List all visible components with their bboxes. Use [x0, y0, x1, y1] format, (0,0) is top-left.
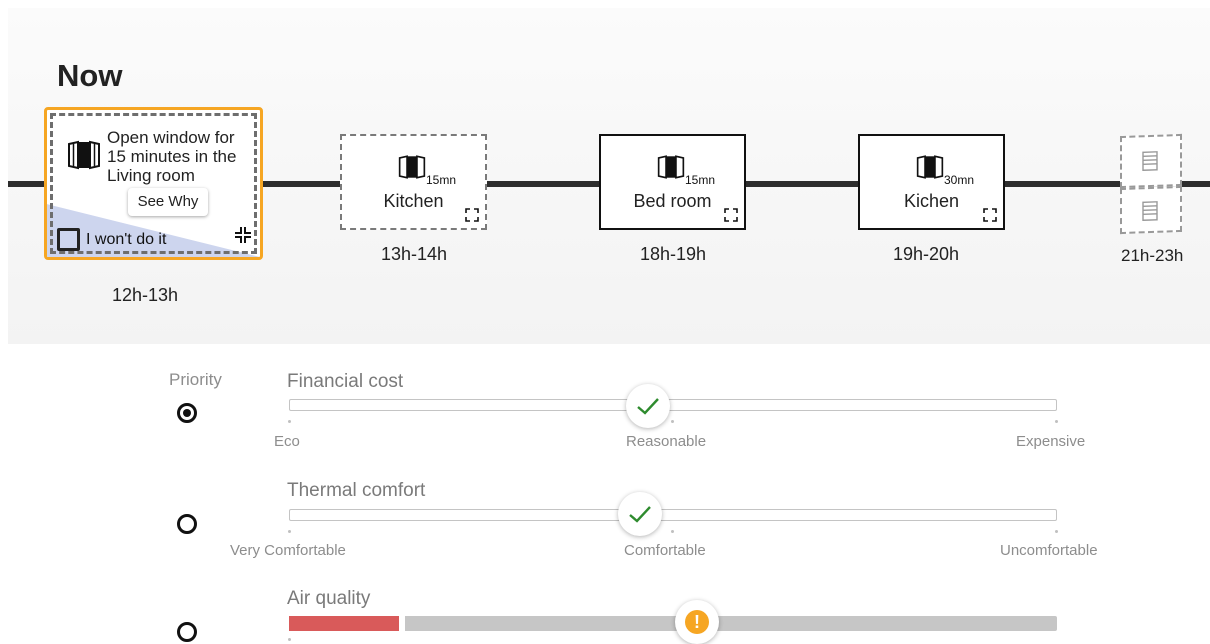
slider-thumb[interactable]: [618, 492, 662, 536]
timeline-card-bedroom[interactable]: 15mn Bed room: [599, 134, 746, 230]
slider-tick: [1055, 420, 1058, 423]
collapse-icon[interactable]: [234, 226, 252, 244]
radiator-icon: [1142, 151, 1158, 172]
decline-label: I won't do it: [86, 231, 166, 249]
card-time-label: 18h-19h: [640, 244, 706, 265]
page-title: Now: [57, 58, 122, 94]
duration-label: 30mn: [944, 173, 974, 187]
check-icon: [628, 504, 652, 524]
slider-tick: [671, 530, 674, 533]
open-window-icon: [398, 154, 426, 180]
tick-label: Very Comfortable: [230, 542, 346, 559]
slider-tick: [671, 420, 674, 423]
slider-tick: [1055, 530, 1058, 533]
slider-thumb[interactable]: [626, 384, 670, 428]
future-card-stack[interactable]: [1120, 134, 1182, 188]
priority-radio-thermal[interactable]: [177, 514, 197, 534]
tick-label: Reasonable: [626, 433, 706, 450]
criterion-title: Air quality: [287, 588, 370, 610]
duration-label: 15mn: [685, 173, 715, 187]
criterion-title: Financial cost: [287, 371, 403, 393]
radiator-icon: [1142, 201, 1158, 222]
expand-icon[interactable]: [724, 208, 738, 222]
warning-icon: !: [685, 610, 709, 634]
room-label: Kitchen: [342, 191, 485, 212]
priority-radio-air[interactable]: [177, 622, 197, 642]
open-window-icon: [916, 154, 944, 180]
room-label: Bed room: [601, 191, 744, 212]
thermal-comfort-slider[interactable]: [289, 509, 1057, 521]
open-window-icon: [67, 140, 101, 170]
duration-label: 15mn: [426, 173, 456, 187]
future-card-stack[interactable]: [1120, 186, 1182, 234]
action-message: Open window for 15 minutes in the Living…: [107, 128, 257, 185]
timeline-card-kichen[interactable]: 30mn Kichen: [858, 134, 1005, 230]
card-time-label: 21h-23h: [1121, 246, 1183, 266]
room-label: Kichen: [860, 191, 1003, 212]
decline-checkbox[interactable]: [57, 228, 80, 251]
slider-tick: [288, 638, 291, 641]
tick-label: Expensive: [1016, 433, 1085, 450]
tick-label: Uncomfortable: [1000, 542, 1098, 559]
slider-tick: [288, 420, 291, 423]
expand-icon[interactable]: [983, 208, 997, 222]
priority-label: Priority: [169, 370, 222, 390]
timeline-card-kitchen[interactable]: 15mn Kitchen: [340, 134, 487, 230]
air-quality-slider[interactable]: [289, 616, 1057, 631]
card-time-label: 19h-20h: [893, 244, 959, 265]
active-time-label: 12h-13h: [112, 285, 178, 306]
decline-toggle[interactable]: I won't do it: [57, 228, 166, 251]
tick-label: Comfortable: [624, 542, 706, 559]
active-action-card[interactable]: Open window for 15 minutes in the Living…: [44, 107, 263, 260]
tick-label: Eco: [274, 433, 300, 450]
open-window-icon: [657, 154, 685, 180]
air-quality-level-gap: [399, 616, 405, 631]
priority-radio-financial[interactable]: [177, 403, 197, 423]
air-quality-level-bar: [289, 616, 399, 631]
card-time-label: 13h-14h: [381, 244, 447, 265]
check-icon: [636, 396, 660, 416]
slider-tick: [288, 530, 291, 533]
criterion-title: Thermal comfort: [287, 480, 425, 502]
see-why-button[interactable]: See Why: [128, 188, 208, 216]
financial-cost-slider[interactable]: [289, 399, 1057, 411]
expand-icon[interactable]: [465, 208, 479, 222]
slider-thumb[interactable]: !: [675, 600, 719, 644]
